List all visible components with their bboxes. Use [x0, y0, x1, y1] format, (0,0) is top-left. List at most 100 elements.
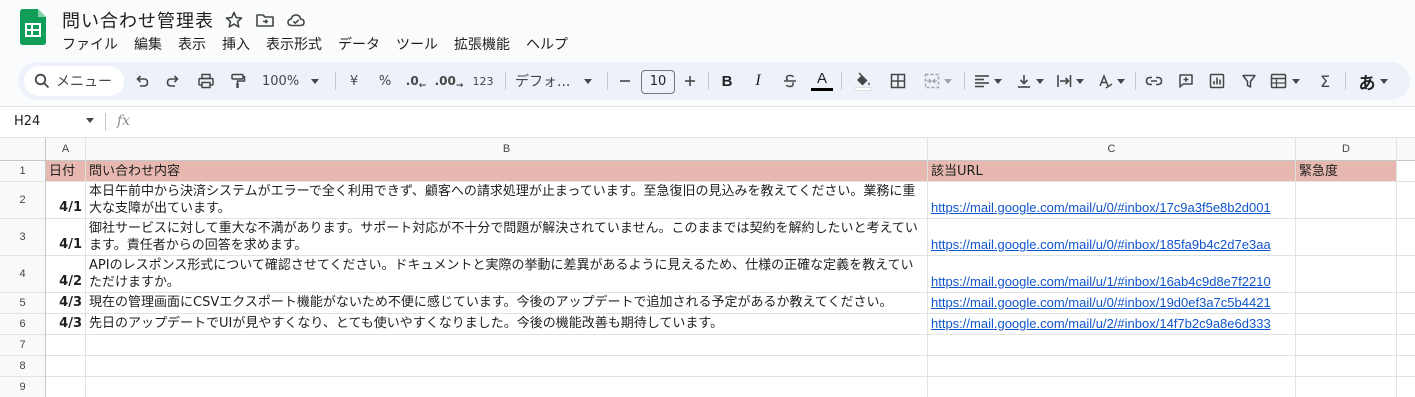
cell-e5[interactable] — [1397, 293, 1415, 314]
menu-help[interactable]: ヘルプ — [526, 34, 568, 54]
row-header-5[interactable]: 5 — [0, 293, 46, 314]
input-tools-button[interactable]: あ — [1353, 62, 1393, 100]
cell-b4[interactable]: APIのレスポンス形式について確認させてください。ドキュメントと実際の挙動に差異… — [86, 256, 928, 293]
chevron-down-icon[interactable] — [86, 118, 94, 123]
insert-chart-button[interactable] — [1205, 62, 1229, 100]
merge-cells-button[interactable] — [918, 62, 958, 100]
text-wrapping-button[interactable] — [1053, 62, 1087, 100]
cell-c7[interactable] — [928, 335, 1296, 356]
strikethrough-button[interactable] — [779, 62, 801, 100]
cell-b6[interactable]: 先日のアップデートでUIが見やすくなり、とても使いやすくなりました。今後の機能改… — [86, 314, 928, 335]
row-header-2[interactable]: 2 — [0, 182, 46, 219]
cell-c6-link[interactable]: https://mail.google.com/mail/u/2/#inbox/… — [928, 314, 1296, 335]
menu-extensions[interactable]: 拡張機能 — [454, 34, 510, 54]
sheets-logo-icon[interactable] — [20, 9, 46, 45]
menu-file[interactable]: ファイル — [62, 34, 118, 54]
move-folder-icon[interactable] — [255, 10, 275, 30]
table-button[interactable] — [1267, 62, 1303, 100]
menu-insert[interactable]: 挿入 — [222, 34, 250, 54]
font-size-decrease-button[interactable] — [615, 62, 635, 100]
cell-b1[interactable]: 問い合わせ内容 — [86, 161, 928, 182]
cell-c3-link[interactable]: https://mail.google.com/mail/u/0/#inbox/… — [928, 219, 1296, 256]
font-select[interactable]: デフォ... — [515, 62, 599, 100]
cell-e4[interactable] — [1397, 256, 1415, 293]
fill-color-button[interactable] — [851, 62, 875, 100]
row-header-7[interactable]: 7 — [0, 335, 46, 356]
cell-c9[interactable] — [928, 377, 1296, 397]
row-header-4[interactable]: 4 — [0, 256, 46, 293]
cell-d8[interactable] — [1296, 356, 1397, 377]
cell-c4-link[interactable]: https://mail.google.com/mail/u/1/#inbox/… — [928, 256, 1296, 293]
functions-button[interactable]: Σ — [1313, 62, 1337, 100]
cell-e9[interactable] — [1397, 377, 1415, 397]
insert-comment-button[interactable] — [1174, 62, 1198, 100]
cell-e3[interactable] — [1397, 219, 1415, 256]
cell-a6[interactable]: 4/3 — [46, 314, 86, 335]
column-header-b[interactable]: B — [86, 138, 928, 161]
cell-a3[interactable]: 4/1 — [46, 219, 86, 256]
bold-button[interactable]: B — [716, 62, 738, 100]
print-button[interactable] — [194, 62, 218, 100]
cell-d3[interactable] — [1296, 219, 1397, 256]
cell-b3[interactable]: 御社サービスに対して重大な不満があります。サポート対応が不十分で問題が解決されて… — [86, 219, 928, 256]
cell-d9[interactable] — [1296, 377, 1397, 397]
text-rotation-button[interactable] — [1093, 62, 1129, 100]
cell-d4[interactable] — [1296, 256, 1397, 293]
cell-b5[interactable]: 現在の管理画面にCSVエクスポート機能がないため不便に感じています。今後のアップ… — [86, 293, 928, 314]
create-filter-button[interactable] — [1237, 62, 1261, 100]
currency-format-button[interactable]: ¥ — [343, 62, 365, 100]
menu-edit[interactable]: 編集 — [134, 34, 162, 54]
cell-c5-link[interactable]: https://mail.google.com/mail/u/0/#inbox/… — [928, 293, 1296, 314]
column-header-a[interactable]: A — [46, 138, 86, 161]
cell-a8[interactable] — [46, 356, 86, 377]
cell-a5[interactable]: 4/3 — [46, 293, 86, 314]
cell-e8[interactable] — [1397, 356, 1415, 377]
cell-d5[interactable] — [1296, 293, 1397, 314]
cell-b9[interactable] — [86, 377, 928, 397]
cell-e2[interactable] — [1397, 182, 1415, 219]
cell-d7[interactable] — [1296, 335, 1397, 356]
cell-b7[interactable] — [86, 335, 928, 356]
cloud-saved-icon[interactable] — [286, 10, 306, 30]
cell-e6[interactable] — [1397, 314, 1415, 335]
cell-d2[interactable] — [1296, 182, 1397, 219]
column-header-d[interactable]: D — [1296, 138, 1397, 161]
insert-link-button[interactable] — [1142, 62, 1166, 100]
font-size-increase-button[interactable] — [680, 62, 700, 100]
cell-a2[interactable]: 4/1 — [46, 182, 86, 219]
cell-a1[interactable]: 日付 — [46, 161, 86, 182]
cell-b2[interactable]: 本日午前中から決済システムがエラーで全く利用できず、顧客への請求処理が止まってい… — [86, 182, 928, 219]
menu-data[interactable]: データ — [338, 34, 380, 54]
search-menus-button[interactable]: メニュー — [24, 66, 124, 96]
vertical-align-button[interactable] — [1013, 62, 1047, 100]
cell-a9[interactable] — [46, 377, 86, 397]
cell-d6[interactable] — [1296, 314, 1397, 335]
cell-b8[interactable] — [86, 356, 928, 377]
cell-a4[interactable]: 4/2 — [46, 256, 86, 293]
text-color-button[interactable]: A — [810, 62, 834, 100]
redo-button[interactable] — [161, 62, 185, 100]
row-header-8[interactable]: 8 — [0, 356, 46, 377]
cell-e1[interactable] — [1397, 161, 1415, 182]
italic-button[interactable]: I — [747, 62, 769, 100]
row-header-1[interactable]: 1 — [0, 161, 46, 182]
select-all-corner[interactable] — [0, 138, 46, 161]
cell-c1[interactable]: 該当URL — [928, 161, 1296, 182]
number-format-button[interactable]: 123 — [470, 62, 496, 100]
cell-c8[interactable] — [928, 356, 1296, 377]
horizontal-align-button[interactable] — [971, 62, 1005, 100]
menu-view[interactable]: 表示 — [178, 34, 206, 54]
row-header-3[interactable]: 3 — [0, 219, 46, 256]
cell-a7[interactable] — [46, 335, 86, 356]
decrease-decimal-button[interactable]: .0 ← — [404, 62, 428, 100]
row-header-6[interactable]: 6 — [0, 314, 46, 335]
menu-format[interactable]: 表示形式 — [266, 34, 322, 54]
star-icon[interactable] — [224, 10, 244, 30]
menu-tools[interactable]: ツール — [396, 34, 438, 54]
zoom-select[interactable]: 100% — [258, 62, 326, 100]
row-header-9[interactable]: 9 — [0, 377, 46, 397]
cell-e7[interactable] — [1397, 335, 1415, 356]
percent-format-button[interactable]: % — [374, 62, 396, 100]
column-header-c[interactable]: C — [928, 138, 1296, 161]
document-title[interactable]: 問い合わせ管理表 — [62, 7, 214, 33]
